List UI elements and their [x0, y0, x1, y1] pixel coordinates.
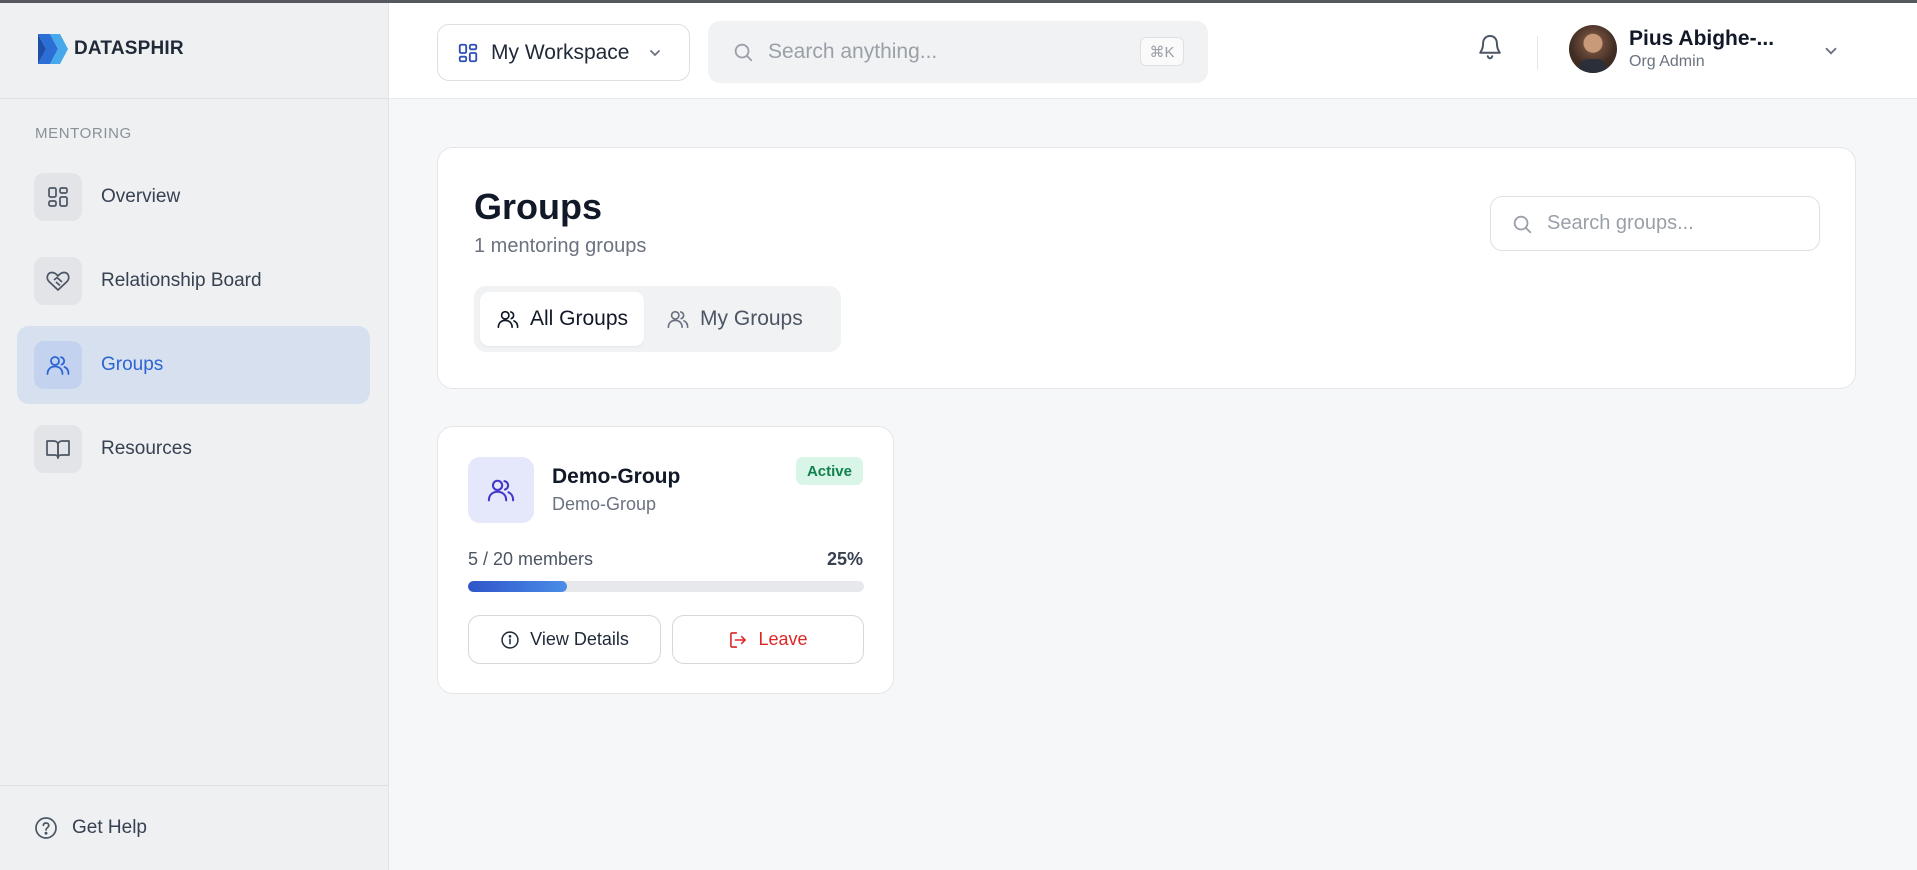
view-details-label: View Details — [530, 629, 629, 649]
leave-group-button[interactable]: Leave — [672, 615, 864, 664]
sidebar-item-label: Overview — [101, 186, 181, 207]
tab-my-groups[interactable]: My Groups — [650, 292, 819, 346]
capacity-progress-bar — [468, 581, 864, 592]
group-avatar — [468, 457, 534, 523]
global-search: ⌘K — [708, 21, 1208, 83]
sidebar-item-overview[interactable]: Overview — [17, 158, 370, 236]
user-menu[interactable]: Pius Abighe-... Org Admin — [1569, 25, 1774, 73]
shortcut-hint: ⌘K — [1140, 37, 1184, 66]
avatar — [1569, 25, 1617, 73]
members-count: 5 / 20 members — [468, 549, 594, 569]
search-icon — [734, 43, 753, 62]
workspace-switcher[interactable]: My Workspace — [437, 24, 690, 81]
sidebar-item-groups[interactable]: Groups — [17, 326, 370, 404]
group-description: Demo-Group — [552, 494, 657, 514]
groups-header-card: Groups 1 mentoring groups All Groups My … — [437, 147, 1856, 389]
capacity-percent: 25% — [826, 549, 863, 569]
brand-name: DATASPHIR — [74, 38, 184, 59]
grid-icon — [34, 173, 82, 221]
bell-icon — [1479, 35, 1501, 60]
groups-search — [1490, 196, 1820, 251]
sidebar-item-label: Resources — [101, 438, 192, 459]
status-badge: Active — [795, 457, 863, 485]
tab-all-groups[interactable]: All Groups — [480, 292, 645, 346]
sidebar-item-relationship-board[interactable]: Relationship Board — [17, 242, 370, 320]
grid-icon — [458, 43, 478, 62]
info-icon — [501, 630, 519, 649]
sidebar-item-label: Relationship Board — [101, 270, 262, 291]
users-icon — [667, 310, 689, 329]
users-icon — [34, 341, 82, 389]
topbar: My Workspace ⌘K Pius Abighe-... Org Admi… — [389, 3, 1917, 99]
get-help-label: Get Help — [72, 817, 147, 838]
sidebar-item-resources[interactable]: Resources — [17, 410, 370, 488]
search-icon — [1513, 215, 1532, 233]
global-search-input[interactable] — [768, 40, 1128, 64]
user-name: Pius Abighe-... — [1629, 27, 1775, 50]
notifications-button[interactable] — [1476, 32, 1504, 67]
book-open-icon — [34, 425, 82, 473]
group-card: Demo-Group Demo-Group Active 5 / 20 memb… — [437, 426, 894, 694]
users-icon — [497, 310, 519, 329]
divider — [1537, 36, 1538, 70]
group-filter-tabs: All Groups My Groups — [474, 286, 841, 352]
get-help-link[interactable]: Get Help — [0, 785, 389, 870]
capacity-progress-fill — [468, 581, 567, 592]
section-label-mentoring: MENTORING — [35, 125, 132, 142]
chevron-down-icon[interactable] — [1822, 42, 1840, 60]
sidebar: DATASPHIR MENTORING Overview Relationshi… — [0, 0, 389, 870]
tab-label: All Groups — [530, 307, 629, 330]
datasphir-logo-icon — [38, 34, 68, 64]
users-icon — [487, 479, 515, 502]
sidebar-nav: Overview Relationship Board Groups Resou… — [17, 158, 370, 494]
view-details-button[interactable]: View Details — [468, 615, 661, 664]
page-title: Groups — [474, 186, 603, 227]
window-top-border — [0, 0, 1917, 3]
groups-search-input[interactable] — [1547, 212, 1797, 235]
group-name: Demo-Group — [552, 465, 681, 488]
sidebar-item-label: Groups — [101, 354, 164, 375]
brand-logo[interactable]: DATASPHIR — [0, 0, 388, 99]
workspace-label: My Workspace — [491, 40, 630, 64]
handshake-heart-icon — [34, 257, 82, 305]
help-circle-icon — [35, 817, 57, 839]
chevron-down-icon — [650, 49, 661, 56]
leave-label: Leave — [758, 629, 808, 649]
page-subtitle: 1 mentoring groups — [474, 235, 647, 257]
logout-icon — [730, 631, 747, 648]
user-role: Org Admin — [1629, 53, 1705, 70]
tab-label: My Groups — [700, 307, 803, 330]
